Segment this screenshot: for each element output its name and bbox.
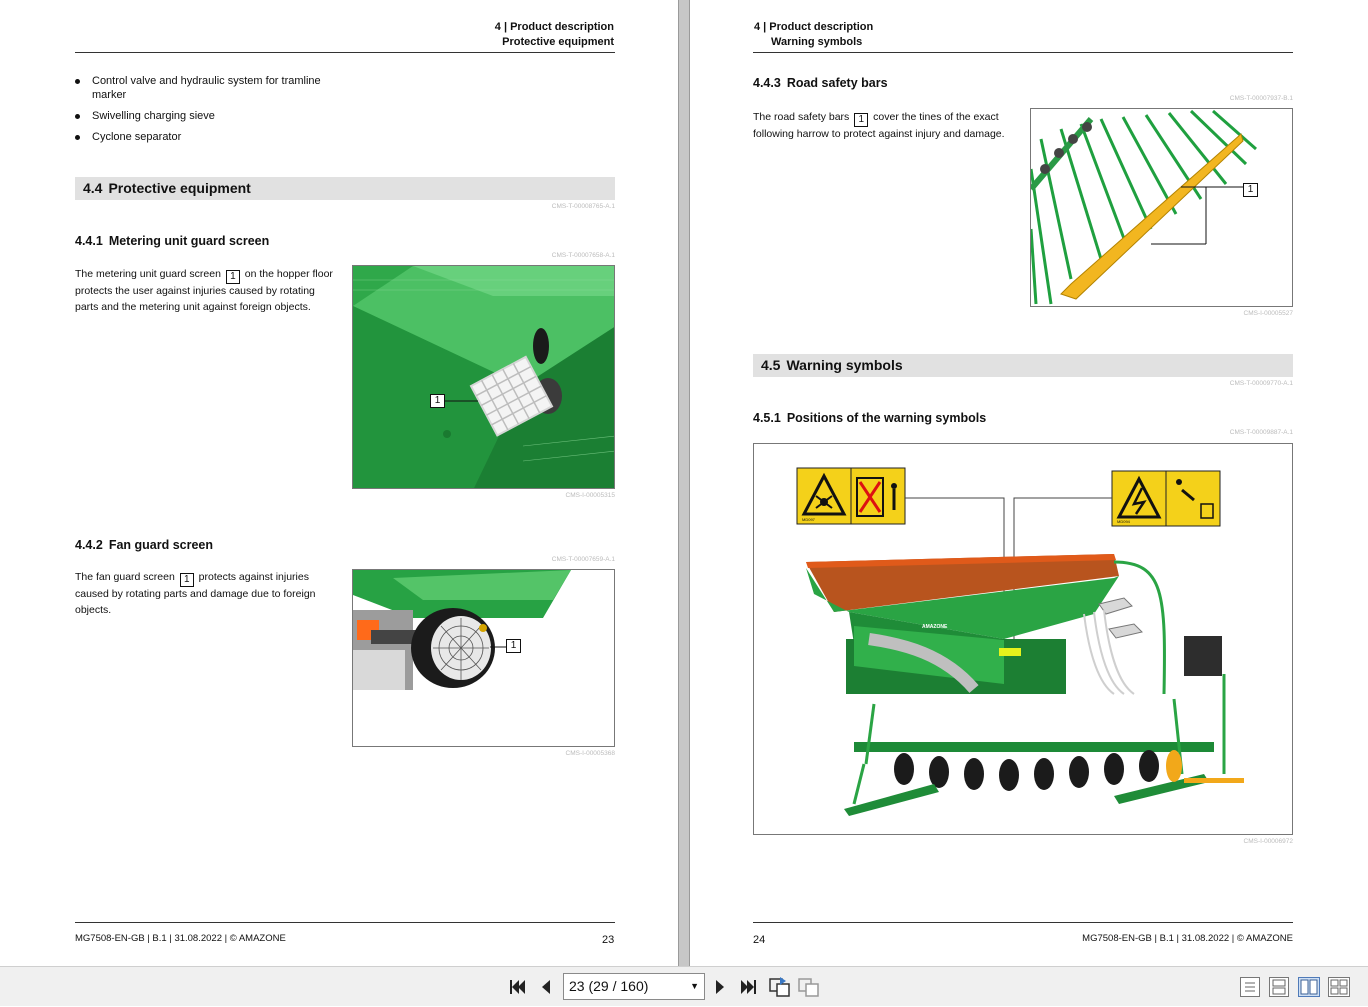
first-page-icon[interactable] bbox=[506, 975, 528, 999]
page-number-dropdown[interactable]: 23 (29 / 160) ▼ bbox=[563, 973, 705, 1000]
body-paragraph: The fan guard screen 1 protects against … bbox=[75, 570, 337, 618]
header-section: Warning symbols bbox=[771, 36, 863, 48]
document-viewport[interactable]: 4 | Product description Protective equip… bbox=[0, 0, 1368, 966]
footer-rule bbox=[75, 922, 615, 923]
figure-code: CMS-I-00005368 bbox=[565, 750, 616, 757]
subsection-title: Road safety bars bbox=[786, 76, 888, 90]
subsection-number: 4.5.1 bbox=[753, 411, 781, 425]
subsection-heading: 4.4.1 Metering unit guard screen bbox=[75, 234, 269, 248]
next-page-icon[interactable] bbox=[709, 975, 731, 999]
figure-code: CMS-I-00006972 bbox=[1243, 838, 1294, 845]
page-field-value: 23 (29 / 160) bbox=[569, 978, 649, 994]
chevron-down-icon[interactable]: ▼ bbox=[690, 974, 699, 999]
fan-guard-figure: 1 bbox=[352, 569, 615, 747]
subsection-heading: 4.4.2 Fan guard screen bbox=[75, 538, 213, 552]
continuous-view-icon[interactable] bbox=[1269, 977, 1289, 997]
subsection-title: Positions of the warning symbols bbox=[786, 411, 987, 425]
sign-code: MD094 bbox=[1117, 519, 1131, 524]
fan-illustration bbox=[353, 570, 614, 746]
figure-callout: 1 bbox=[430, 394, 445, 408]
previous-page-icon[interactable] bbox=[535, 975, 557, 999]
paragraph-text: The fan guard screen bbox=[75, 571, 175, 583]
hopper-illustration bbox=[353, 266, 614, 488]
section-heading: 4.5 Warning symbols bbox=[753, 354, 1293, 377]
subsection-number: 4.4.2 bbox=[75, 538, 103, 552]
doc-code: CMS-T-00007937-B.1 bbox=[1229, 95, 1293, 102]
figure-callout: 1 bbox=[506, 639, 521, 653]
page-number: 24 bbox=[753, 934, 766, 946]
page-left: 4 | Product description Protective equip… bbox=[0, 0, 678, 966]
subsection-heading: 4.5.1 Positions of the warning symbols bbox=[753, 411, 986, 425]
subsection-title: Fan guard screen bbox=[108, 538, 214, 552]
paragraph-text: The metering unit guard screen bbox=[75, 268, 221, 280]
header-rule bbox=[75, 52, 615, 53]
seed-drill-illustration: MD097 MD094 AMAZONE bbox=[754, 444, 1292, 834]
section-heading: 4.4 Protective equipment bbox=[75, 177, 615, 200]
page-right: 4 | Product description Warning symbols … bbox=[690, 0, 1368, 966]
harrow-illustration bbox=[1031, 109, 1292, 306]
callout-ref: 1 bbox=[854, 113, 869, 127]
previous-view-icon[interactable] bbox=[768, 975, 792, 999]
paragraph-text: The road safety bars bbox=[753, 111, 850, 123]
subsection-heading: 4.4.3 Road safety bars bbox=[753, 76, 888, 90]
body-paragraph: The road safety bars 1 cover the tines o… bbox=[753, 110, 1008, 143]
doc-code: CMS-T-00009887-A.1 bbox=[1229, 429, 1293, 436]
doc-code: CMS-T-00007658-A.1 bbox=[551, 252, 615, 259]
page-header: 4 | Product description Protective equip… bbox=[495, 20, 614, 50]
header-chapter: 4 | Product description bbox=[754, 21, 874, 33]
figure-code: CMS-I-00005527 bbox=[1243, 310, 1294, 317]
callout-ref: 1 bbox=[225, 270, 240, 284]
section-number: 4.5 bbox=[761, 357, 781, 373]
list-item: Swivelling charging sieve bbox=[75, 109, 345, 123]
road-safety-bars-figure: 1 bbox=[1030, 108, 1293, 307]
page-gutter bbox=[678, 0, 690, 966]
section-title: Warning symbols bbox=[786, 357, 903, 373]
figure-code: CMS-I-00005315 bbox=[565, 492, 616, 499]
doc-code: CMS-T-00009770-A.1 bbox=[1229, 380, 1293, 387]
warning-sign-left: MD097 bbox=[796, 467, 906, 525]
section-number: 4.4 bbox=[83, 180, 103, 196]
body-paragraph: The metering unit guard screen 1 on the … bbox=[75, 267, 333, 315]
callout-ref: 1 bbox=[179, 573, 194, 587]
subsection-title: Metering unit guard screen bbox=[108, 234, 270, 248]
page-number: 23 bbox=[602, 934, 615, 946]
last-page-icon[interactable] bbox=[738, 975, 760, 999]
sign-code: MD097 bbox=[802, 517, 816, 522]
section-title: Protective equipment bbox=[108, 180, 251, 196]
page-footer: MG7508-EN-GB | B.1 | 31.08.2022 | © AMAZ… bbox=[1082, 933, 1293, 944]
header-rule bbox=[753, 52, 1293, 53]
warning-sign-right: MD094 bbox=[1111, 470, 1221, 527]
doc-code: CMS-T-00007659-A.1 bbox=[551, 556, 615, 563]
two-page-continuous-view-icon[interactable] bbox=[1328, 977, 1350, 997]
header-section: Protective equipment bbox=[502, 36, 614, 48]
metering-guard-figure: 1 bbox=[352, 265, 615, 489]
header-chapter: 4 | Product description bbox=[494, 21, 614, 33]
subsection-number: 4.4.1 bbox=[75, 234, 103, 248]
list-item: Control valve and hydraulic system for t… bbox=[75, 74, 345, 102]
doc-code: CMS-T-00008765-A.1 bbox=[551, 203, 615, 210]
machine-brand: AMAZONE bbox=[922, 624, 948, 630]
footer-rule bbox=[753, 922, 1293, 923]
bullet-list: Control valve and hydraulic system for t… bbox=[75, 74, 345, 151]
next-view-icon[interactable] bbox=[797, 975, 821, 999]
single-page-view-icon[interactable] bbox=[1240, 977, 1260, 997]
subsection-number: 4.4.3 bbox=[753, 76, 781, 90]
page-header: 4 | Product description Warning symbols bbox=[754, 20, 873, 50]
page-footer: MG7508-EN-GB | B.1 | 31.08.2022 | © AMAZ… bbox=[75, 933, 286, 944]
two-page-view-icon[interactable] bbox=[1298, 977, 1320, 997]
warning-symbols-figure: MD097 MD094 AMAZONE bbox=[753, 443, 1293, 835]
figure-callout: 1 bbox=[1243, 183, 1258, 197]
viewer-toolbar: 23 (29 / 160) ▼ bbox=[0, 966, 1368, 1006]
list-item: Cyclone separator bbox=[75, 130, 345, 144]
